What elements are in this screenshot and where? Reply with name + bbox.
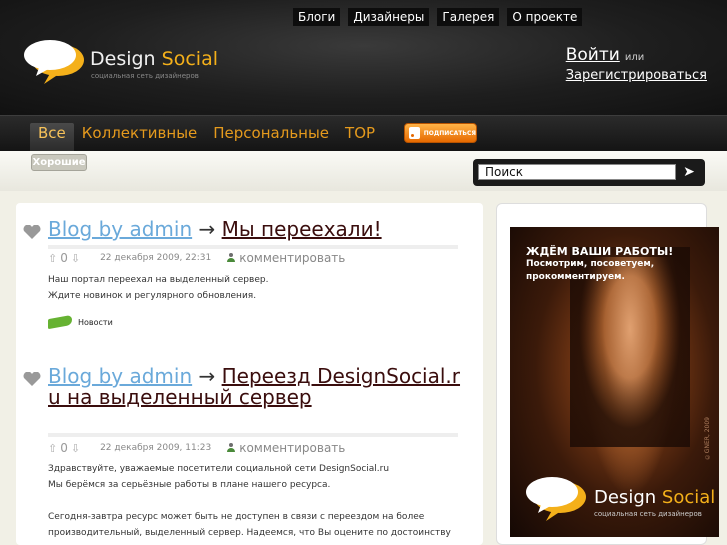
ad-subline: прокомментируем. — [526, 272, 625, 282]
register-link[interactable]: Зарегистрироваться — [566, 67, 707, 85]
post-body-line: производительный, выделенный сервер. Над… — [48, 528, 451, 538]
post-divider — [48, 433, 458, 437]
logo-tagline: социальная сеть дизайнеров — [91, 72, 199, 80]
user-icon — [226, 253, 236, 263]
vote-up-icon[interactable]: ⇧ — [48, 252, 57, 265]
tag-icon — [48, 314, 72, 330]
ad-logo-wordmark: Design Social — [594, 487, 715, 508]
subscribe-button[interactable]: ПОДПИСАТЬСЯ — [404, 123, 477, 143]
category-tabs: Все Коллективные Персональные TOP — [30, 123, 383, 152]
ad-logo-word-design: Design — [594, 487, 657, 508]
tab-collective[interactable]: Коллективные — [74, 123, 206, 152]
comment-link[interactable]: комментировать — [226, 441, 345, 455]
login-link[interactable]: Войти — [566, 45, 620, 65]
comment-label: комментировать — [239, 441, 346, 455]
logo-word-design: Design — [90, 48, 156, 70]
main-content: Blog by admin → Мы переехали! ⇧ 0 ⇩ 22 д… — [16, 203, 483, 545]
tab-all[interactable]: Все — [30, 123, 74, 152]
post-tag[interactable]: Новости — [48, 314, 113, 330]
sidebar-ad-banner[interactable]: ЖДЁМ ВАШИ РАБОТЫ! Посмотрим, посоветуем,… — [510, 227, 719, 537]
vote-down-icon[interactable]: ⇩ — [71, 442, 80, 455]
subscribe-label: ПОДПИСАТЬСЯ — [423, 129, 476, 137]
heart-icon[interactable] — [23, 225, 41, 239]
vote-down-icon[interactable]: ⇩ — [71, 252, 80, 265]
speech-bubble-logo-icon — [526, 477, 586, 521]
ad-signature: ©GNER, 2009 — [704, 417, 711, 461]
search-box: Поиск ➤ — [473, 159, 705, 186]
post-meta: ⇧ 0 ⇩ 22 декабря 2009, 22:31 комментиров… — [48, 251, 345, 265]
post-title: Blog by admin → Мы переехали! — [48, 219, 468, 240]
tab-top[interactable]: TOP — [337, 123, 383, 152]
post-meta: ⇧ 0 ⇩ 22 декабря 2009, 11:23 комментиров… — [48, 441, 345, 455]
heart-icon[interactable] — [23, 372, 41, 386]
comment-link[interactable]: комментировать — [226, 251, 345, 265]
post-body-line: Наш портал переехал на выделенный сервер… — [48, 275, 269, 285]
post-date: 22 декабря 2009, 22:31 — [100, 253, 212, 263]
search-submit-button[interactable]: ➤ — [679, 163, 699, 181]
nav-gallery[interactable]: Галерея — [437, 8, 500, 26]
logo-word-social: Social — [161, 48, 218, 70]
logo-wordmark: Design Social — [90, 48, 218, 70]
user-icon — [226, 443, 236, 453]
rss-icon — [409, 127, 420, 139]
ad-logo-word-social: Social — [661, 487, 716, 508]
vote-up-icon[interactable]: ⇧ — [48, 442, 57, 455]
ad-headline: ЖДЁМ ВАШИ РАБОТЫ! — [526, 245, 674, 258]
tab-good[interactable]: Хорошие — [31, 154, 87, 171]
post-body-line: Мы берёмся за серьёзные работы в плане н… — [48, 480, 331, 490]
comment-label: комментировать — [239, 251, 346, 265]
vote-widget: ⇧ 0 ⇩ — [48, 441, 80, 455]
nav-blogs[interactable]: Блоги — [293, 8, 341, 26]
post-divider — [48, 245, 458, 249]
speech-bubble-logo-icon — [24, 40, 84, 84]
post-body: Наш портал переехал на выделенный сервер… — [48, 272, 468, 304]
post-title-link[interactable]: Мы переехали! — [222, 217, 382, 241]
post-body-line: Ждите новинок и регулярного обновления. — [48, 291, 257, 301]
nav-about[interactable]: О проекте — [507, 8, 583, 26]
post-title: Blog by admin → Переезд DesignSocial.ru … — [48, 366, 468, 408]
post-body-line: Сегодня-завтра ресурс может быть не дост… — [48, 512, 425, 522]
ad-text: ЖДЁМ ВАШИ РАБОТЫ! Посмотрим, посоветуем,… — [526, 245, 673, 284]
auth-links: Войти или Зарегистрироваться — [566, 46, 707, 85]
top-nav: Блоги Дизайнеры Галерея О проекте — [293, 8, 583, 26]
nav-designers[interactable]: Дизайнеры — [348, 8, 430, 26]
tab-personal[interactable]: Персональные — [205, 123, 337, 152]
site-header: Блоги Дизайнеры Галерея О проекте Design… — [0, 0, 727, 115]
vote-widget: ⇧ 0 ⇩ — [48, 251, 80, 265]
post-body-line — [48, 493, 468, 509]
post-body-line: Здравствуйте, уважаемые посетители социа… — [48, 464, 390, 474]
search-input[interactable]: Поиск — [478, 164, 676, 180]
site-logo[interactable]: Design Social социальная сеть дизайнеров — [22, 40, 222, 85]
vote-count: 0 — [60, 251, 68, 265]
category-bar: Все Коллективные Персональные TOP ПОДПИС… — [0, 115, 727, 152]
vote-count: 0 — [60, 441, 68, 455]
ad-subline: Посмотрим, посоветуем, — [526, 259, 655, 269]
post-date: 22 декабря 2009, 11:23 — [100, 443, 212, 453]
post-body: Здравствуйте, уважаемые посетители социа… — [48, 461, 468, 541]
post-arrow: → — [198, 217, 216, 241]
ad-logo: Design Social социальная сеть дизайнеров — [524, 477, 719, 522]
ad-logo-tagline: социальная сеть дизайнеров — [594, 510, 702, 518]
tag-label: Новости — [78, 317, 113, 327]
sub-bar: Хорошие Поиск ➤ — [0, 151, 727, 191]
post-author-link[interactable]: Blog by admin — [48, 217, 192, 241]
auth-or-text: или — [624, 52, 645, 63]
